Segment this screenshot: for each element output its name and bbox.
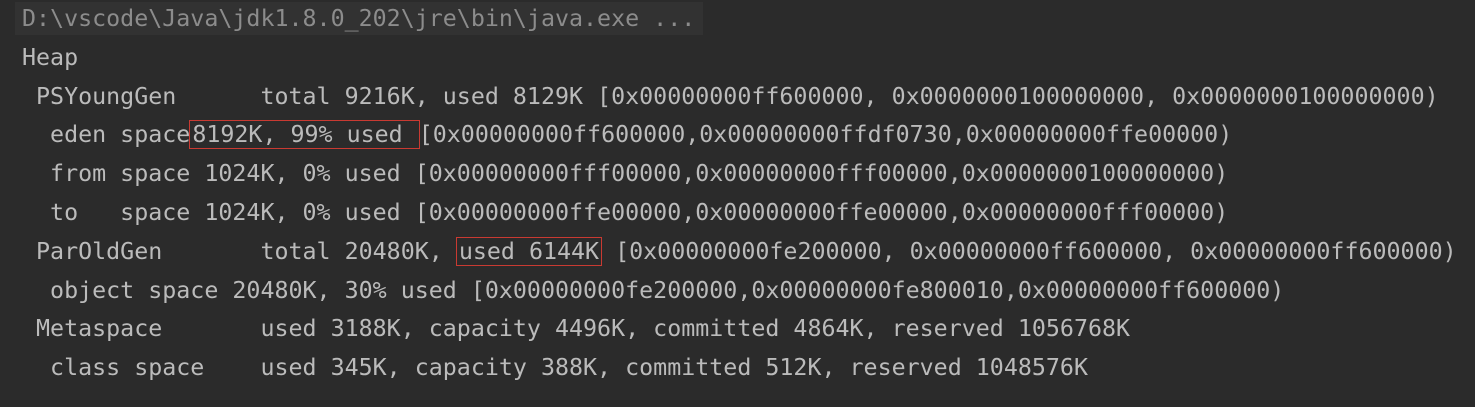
old-gen-usage-highlight: used 6144K <box>455 237 603 266</box>
eden-space-range: [0x00000000ff600000,0x00000000ffdf0730,0… <box>418 121 1233 148</box>
object-space-line: object space 20480K, 30% used [0x0000000… <box>22 277 1285 304</box>
old-gen-label: ParOldGen total 20480K, <box>22 238 457 265</box>
metaspace-line: Metaspace used 3188K, capacity 4496K, co… <box>22 315 1131 342</box>
heap-title: Heap <box>22 44 79 71</box>
command-line[interactable]: D:\vscode\Java\jdk1.8.0_202\jre\bin\java… <box>15 2 704 35</box>
from-space-line: from space 1024K, 0% used [0x00000000fff… <box>22 160 1229 187</box>
old-gen-range: [0x00000000fe200000, 0x00000000ff600000,… <box>601 238 1457 265</box>
eden-space-line: eden space8192K, 99% used [0x00000000ff6… <box>22 118 1232 151</box>
class-space-line: class space used 345K, capacity 388K, co… <box>22 354 1088 381</box>
young-gen-line: PSYoungGen total 9216K, used 8129K [0x00… <box>22 83 1439 110</box>
console-output: D:\vscode\Java\jdk1.8.0_202\jre\bin\java… <box>0 0 1475 407</box>
to-space-line: to space 1024K, 0% used [0x00000000ffe00… <box>22 199 1229 226</box>
eden-space-label: eden space <box>22 121 191 148</box>
eden-usage-highlight: 8192K, 99% used <box>189 120 420 149</box>
old-gen-line: ParOldGen total 20480K, used 6144K [0x00… <box>22 235 1457 268</box>
